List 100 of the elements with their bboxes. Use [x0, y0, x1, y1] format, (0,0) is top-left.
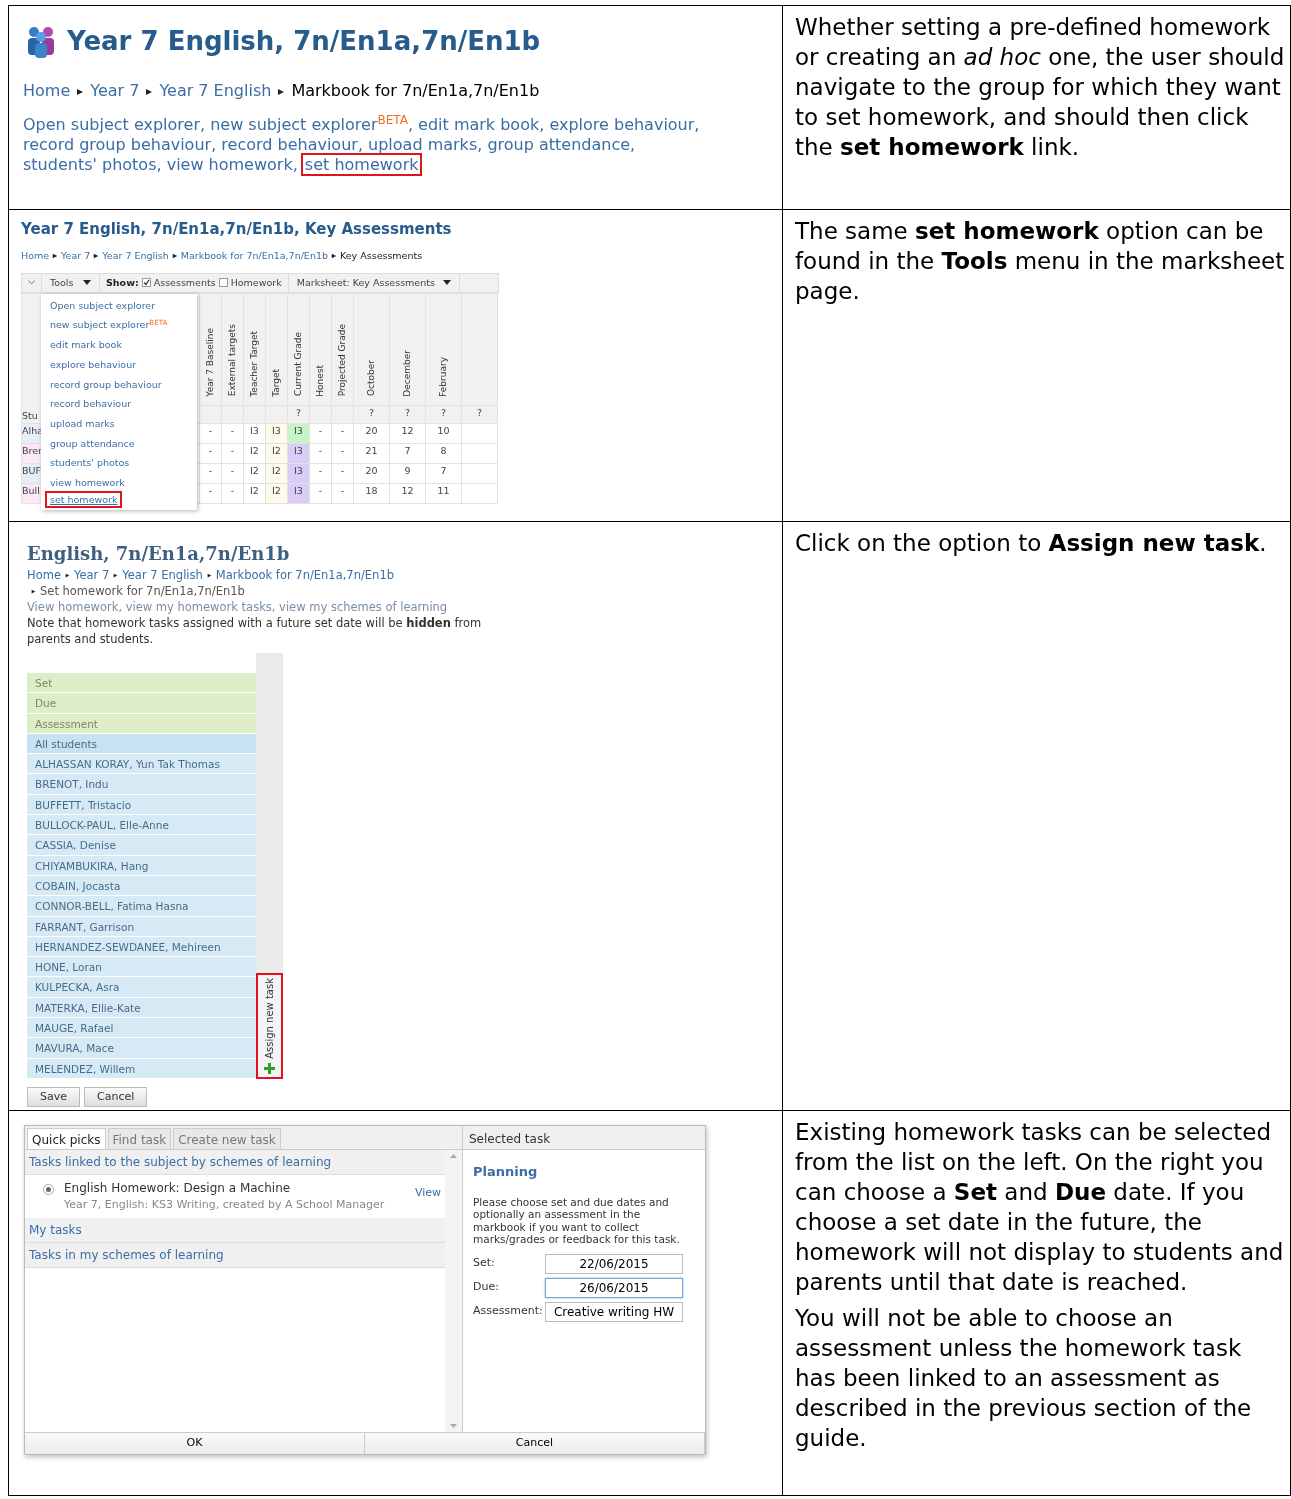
list-item[interactable]: ALHASSAN KORAY, Yun Tak Thomas [27, 754, 256, 775]
field-row[interactable]: Due [27, 693, 256, 714]
link[interactable]: view homework, [166, 155, 298, 174]
menu-item[interactable]: explore behaviour [41, 354, 146, 375]
list-item[interactable]: CHIYAMBUKIRA, Hang [27, 855, 256, 876]
link[interactable]: students' photos, [23, 155, 162, 174]
list-item[interactable]: CASSIA, Denise [27, 835, 256, 856]
menu-item[interactable]: record group behaviour [41, 374, 171, 395]
menu-item[interactable]: record behaviour [41, 394, 141, 414]
help-mark: ? [368, 406, 374, 418]
breadcrumb-separator-icon [76, 87, 85, 96]
link[interactable]: upload marks, [368, 135, 483, 154]
menu-item[interactable]: upload marks [41, 413, 124, 434]
link[interactable]: Open subject explorer, [23, 115, 206, 134]
link[interactable]: view my schemes of learning [279, 600, 448, 614]
breadcrumb-link[interactable]: Year 7 [61, 249, 91, 261]
radio-button[interactable] [43, 1184, 54, 1195]
table-cell: 7 [389, 443, 426, 464]
breadcrumb-link[interactable]: Home [27, 568, 61, 582]
breadcrumb-link[interactable]: Markbook for 7n/En1a,7n/En1b [180, 249, 328, 261]
tab[interactable]: Find task [107, 1128, 172, 1149]
assign-task-button[interactable]: Assign new task [256, 973, 283, 1079]
breadcrumb-link[interactable]: Markbook for 7n/En1a,7n/En1b [215, 568, 394, 582]
menu-item[interactable]: edit mark book [41, 335, 131, 355]
description-text: Existing homework tasks can be selected from the list on the left. On the right you can choose a Set and Due date. If you choose a set date in the future, the homework will not display to students and parents until that date is reached. [795, 1118, 1285, 1297]
table-cell: I2 [243, 463, 266, 484]
column-header: December [400, 349, 413, 397]
list-item[interactable]: MAUGE, Rafael [27, 1018, 256, 1039]
menu-item[interactable]: Open subject explorer [41, 295, 165, 316]
student-name: BUF [22, 464, 41, 476]
view-link[interactable]: View [414, 1185, 441, 1202]
page-title: Year 7 English, 7n/En1a,7n/En1b, Key Assessments [21, 219, 453, 240]
list-item[interactable]: CONNOR-BELL, Fatima Hasna [27, 896, 256, 917]
column-header: Current Grade [291, 332, 304, 397]
menu-item[interactable]: group attendance [41, 433, 144, 454]
list-item[interactable]: HONE, Loran [27, 957, 256, 978]
assessment-field[interactable]: Creative writing HW [545, 1301, 683, 1322]
scroll-down-icon [450, 1424, 457, 1428]
section-header[interactable]: Tasks linked to the subject by schemes of learning [25, 1150, 445, 1175]
table-cell: 12 [389, 423, 426, 444]
breadcrumb-link[interactable]: Year 7 [90, 81, 140, 100]
description-text: Whether setting a pre-defined homework or creating an ad hoc one, the user should navigate to the group for which they want to set homework, and should then click the set homework link. [795, 13, 1286, 162]
date-field[interactable]: 26/06/2015 [545, 1277, 683, 1298]
form-button[interactable]: Cancel [84, 1086, 148, 1108]
tab[interactable]: Create new task [173, 1128, 281, 1149]
field-label: Due: [473, 1279, 500, 1296]
marksheet-dropdown[interactable]: Marksheet: Key Assessments [288, 272, 460, 293]
breadcrumb-link[interactable]: Home [23, 81, 71, 100]
table-cell: 11 [425, 483, 462, 504]
link[interactable]: View homework, [27, 600, 123, 614]
checkbox[interactable] [141, 278, 151, 288]
list-item[interactable]: MAVURA, Mace [27, 1038, 256, 1059]
column-header: Projected Grade [335, 324, 348, 397]
breadcrumb-link[interactable]: Year 7 [73, 568, 110, 582]
breadcrumb-link[interactable]: Year 7 English [122, 568, 203, 582]
list-item[interactable]: BUFFETT, Tristacio [27, 794, 256, 816]
tools-button[interactable]: Tools [42, 272, 100, 293]
table-cell: 8 [425, 443, 462, 464]
field-row[interactable]: Set [27, 673, 256, 694]
checkbox[interactable] [218, 278, 228, 288]
list-item[interactable]: FARRANT, Garrison [27, 916, 256, 937]
form-button[interactable]: Save [27, 1086, 80, 1108]
task-subtitle: Year 7, English: KS3 Writing, created by A School Manager [64, 1197, 386, 1213]
link[interactable]: group attendance, [487, 135, 636, 154]
section-header[interactable]: Tasks in my schemes of learning [25, 1242, 445, 1268]
description-text: Click on the option to Assign new task. [795, 529, 1268, 558]
menu-item[interactable]: new subject explorer$^{BETA}$ [41, 315, 177, 336]
breadcrumb-separator-icon [31, 589, 36, 594]
link[interactable]: edit mark book, [418, 115, 545, 134]
list-item[interactable]: KULPECKA, Asra [27, 977, 256, 998]
link[interactable]: record group behaviour, [23, 135, 217, 154]
column-header: Teacher Target [247, 330, 260, 397]
tab[interactable]: Quick picks [27, 1128, 106, 1149]
menu-item[interactable]: view homework [41, 473, 134, 493]
link[interactable]: view my homework tasks, [125, 600, 276, 614]
list-item[interactable]: BRENOT, Indu [27, 774, 256, 795]
menu-item[interactable]: students' photos [41, 453, 139, 474]
link[interactable]: new subject explorer$^{BETA}$, [210, 115, 413, 134]
breadcrumb-link[interactable]: Year 7 English [159, 81, 272, 100]
list-item[interactable]: BULLOCK-PAUL, Elle-Anne [27, 815, 256, 836]
field-label: Set: [473, 1255, 496, 1272]
breadcrumb-link[interactable]: Year 7 English [102, 249, 169, 261]
link[interactable]: set homework [302, 155, 421, 174]
section-header[interactable]: My tasks [25, 1217, 445, 1243]
date-field[interactable]: 22/06/2015 [545, 1253, 683, 1274]
field-row[interactable]: Assessment [27, 713, 256, 734]
description-text: The same set homework option can be found in the Tools menu in the marksheet page. [795, 217, 1286, 306]
menu-item[interactable]: set homework [47, 492, 121, 507]
dialog-button[interactable]: Cancel [365, 1433, 705, 1454]
list-item[interactable]: MATERKA, Ellie-Kate [27, 997, 256, 1019]
breadcrumb-link[interactable]: Home [21, 249, 50, 261]
caret-icon [442, 280, 451, 286]
dialog-button[interactable]: OK [25, 1433, 365, 1454]
list-item[interactable]: COBAIN, Jocasta [27, 875, 256, 897]
link[interactable]: explore behaviour, [549, 115, 700, 134]
link[interactable]: record behaviour, [221, 135, 363, 154]
table-cell: 10 [425, 423, 462, 444]
table-cell: - [221, 423, 244, 444]
list-item[interactable]: HERNANDEZ-SEWDANEE, Mehireen [27, 936, 256, 958]
list-item[interactable]: MELENDEZ, Willem [27, 1058, 256, 1079]
